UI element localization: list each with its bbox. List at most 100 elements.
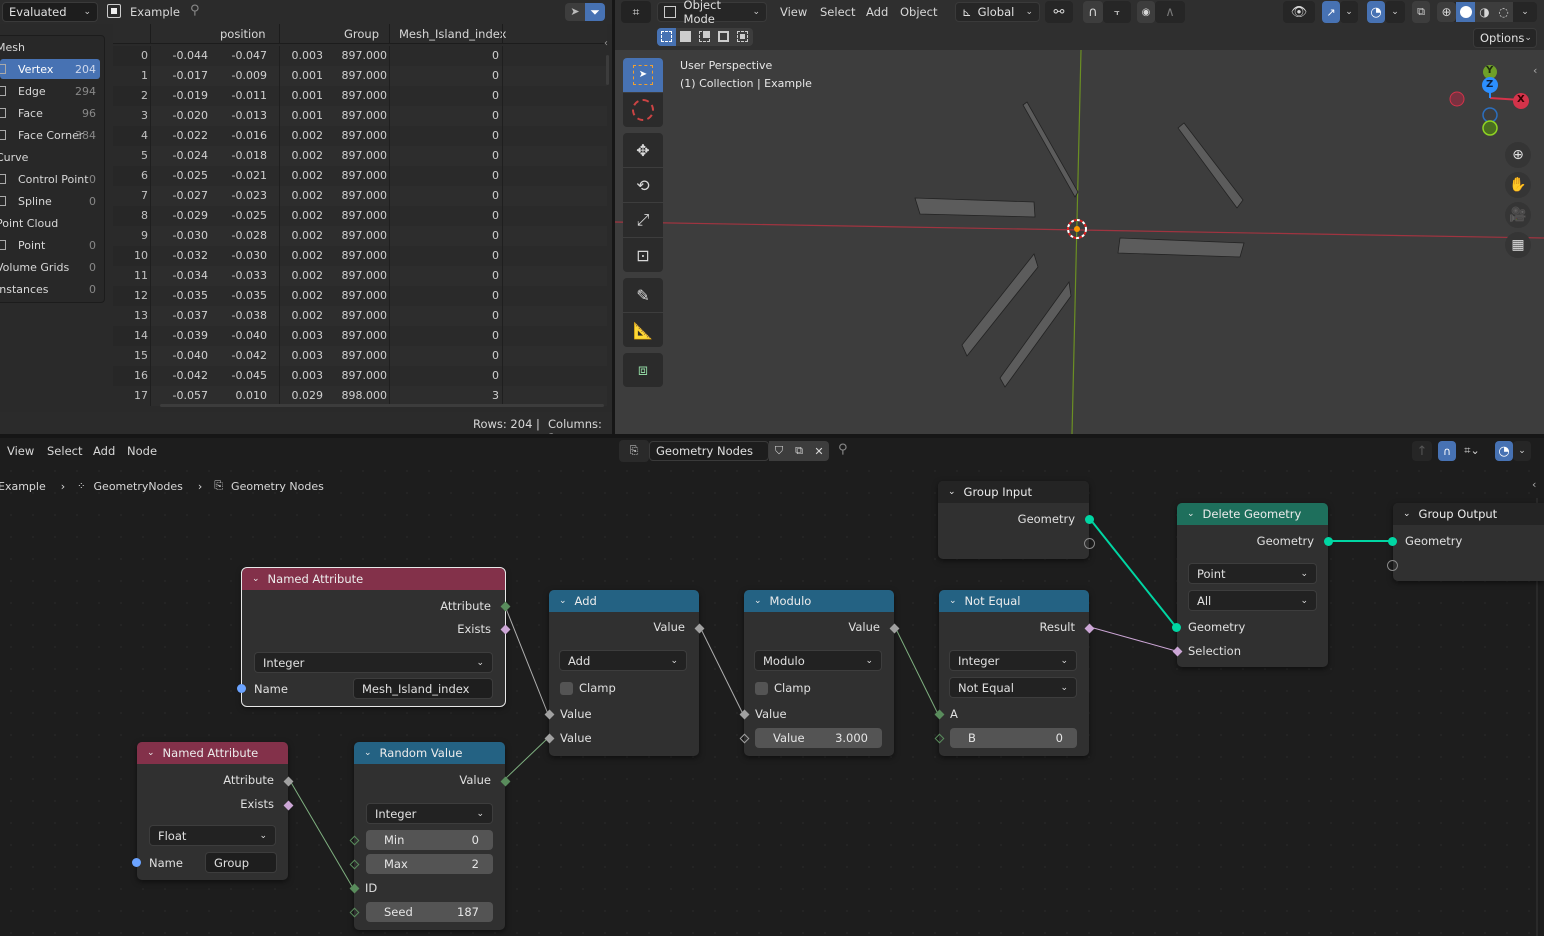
node-delete-geometry[interactable]: ⌄ Delete Geometry Geometry Point ⌄ All ⌄ Ge…	[1172, 503, 1333, 667]
selected-only-toggle[interactable]: ➤	[565, 3, 585, 21]
column-header-group[interactable]: Group	[344, 27, 379, 41]
node-named-attribute-1[interactable]: ⌄ Named Attribute Attribute Exists Intege…	[237, 567, 511, 707]
input-socket-geometry[interactable]	[1388, 537, 1397, 546]
visibility-dropdown[interactable]: 👁	[1283, 1, 1315, 23]
sidebar-toggle-icon[interactable]: ‹	[604, 38, 608, 49]
select-subtract-button[interactable]	[695, 28, 714, 46]
name-input[interactable]: Mesh_Island_index	[353, 678, 493, 699]
node-group-output[interactable]: ⌄ Group Output Geometry	[1387, 503, 1544, 581]
pan-button[interactable]: ✋	[1505, 172, 1531, 198]
xray-toggle[interactable]: ⧉	[1412, 1, 1430, 23]
horizontal-scrollbar[interactable]	[160, 404, 604, 407]
wireframe-shading-button[interactable]: ⊕	[1437, 2, 1456, 22]
editor-type-button[interactable]: ⌗	[621, 1, 651, 23]
data-type-dropdown[interactable]: Integer ⌄	[949, 650, 1077, 671]
seed-field[interactable]: Seed 187	[366, 902, 493, 922]
collapse-icon[interactable]: ⌄	[754, 596, 762, 606]
value-field[interactable]: Value 3.000	[755, 728, 882, 748]
transform-tool[interactable]: ⊡	[623, 238, 663, 272]
gizmo-dropdown[interactable]: ⌄	[1340, 1, 1358, 23]
max-field[interactable]: Max 2	[366, 854, 493, 874]
rotate-tool[interactable]: ⟲	[623, 168, 663, 202]
node-not-equal[interactable]: ⌄ Not Equal Result Integer ⌄ Not Equal ⌄ A …	[934, 590, 1095, 756]
shading-dropdown[interactable]: ⌄	[1515, 2, 1535, 22]
transform-orientation-dropdown[interactable]: ⊾ Global ⌄	[955, 2, 1040, 22]
rendered-shading-button[interactable]: ◌	[1494, 2, 1513, 22]
collapse-icon[interactable]: ⌄	[252, 574, 260, 584]
data-type-dropdown[interactable]: Integer ⌄	[254, 652, 493, 673]
node-random-value[interactable]: ⌄ Random Value Value Integer ⌄ Min 0 Max 2 I…	[349, 742, 511, 930]
proportional-editing-toggle[interactable]: ◉	[1137, 1, 1155, 23]
filter-icon[interactable]: ⏷	[585, 3, 605, 21]
node-modulo[interactable]: ⌄ Modulo Value Modulo ⌄ Clamp Value Value 3…	[739, 590, 900, 756]
data-type-dropdown[interactable]: Float ⌄	[149, 825, 276, 846]
gizmo-toggle[interactable]: ↗	[1322, 1, 1340, 23]
menu-select[interactable]: Select	[820, 5, 855, 19]
area-divider-vertical[interactable]	[612, 0, 615, 434]
move-tool[interactable]: ✥	[623, 133, 663, 167]
select-new-button[interactable]	[657, 28, 676, 46]
collapse-icon[interactable]: ⌄	[1403, 509, 1411, 519]
operation-dropdown[interactable]: Not Equal ⌄	[949, 677, 1077, 698]
checkbox[interactable]	[755, 681, 768, 695]
input-socket-empty[interactable]	[1387, 560, 1398, 571]
select-intersect-button[interactable]	[733, 28, 752, 46]
menu-view[interactable]: View	[780, 5, 807, 19]
scale-tool[interactable]: ⤢	[623, 203, 663, 237]
options-dropdown[interactable]: Options ⌄	[1473, 28, 1537, 48]
domain-dropdown[interactable]: Point ⌄	[1188, 563, 1317, 584]
select-extend-button[interactable]	[676, 28, 695, 46]
snap-target-dropdown[interactable]: ⫟	[1103, 1, 1131, 23]
area-divider-horizontal[interactable]	[0, 434, 1544, 438]
operation-dropdown[interactable]: Add ⌄	[559, 650, 687, 671]
mode-dropdown[interactable]: All ⌄	[1188, 590, 1317, 611]
collapse-icon[interactable]: ⌄	[147, 748, 155, 758]
input-socket-name[interactable]	[132, 858, 141, 867]
measure-tool[interactable]: 📐	[623, 313, 663, 347]
camera-button[interactable]: 🎥	[1505, 202, 1531, 228]
collapse-icon[interactable]: ⌄	[949, 596, 957, 606]
overlays-toggle[interactable]: ◔	[1367, 1, 1385, 23]
zoom-button[interactable]: ⊕	[1505, 142, 1531, 168]
perspective-toggle-button[interactable]: ▦	[1505, 232, 1531, 258]
vertical-scrollbar[interactable]	[606, 55, 609, 85]
node-named-attribute-2[interactable]: ⌄ Named Attribute Attribute Exists Float ⌄…	[132, 742, 294, 880]
collapse-icon[interactable]: ⌄	[948, 487, 956, 497]
clamp-checkbox[interactable]: Clamp	[744, 678, 894, 698]
pivot-point-button[interactable]: ⚯	[1045, 1, 1073, 23]
falloff-dropdown[interactable]: ∧	[1155, 1, 1185, 23]
input-socket-geometry[interactable]	[1172, 623, 1181, 632]
collapse-icon[interactable]: ⌄	[559, 596, 567, 606]
object-mode-dropdown[interactable]: Object Mode ⌄	[657, 0, 767, 26]
3d-viewport[interactable]: ⌗ Object Mode ⌄ View Select Add Object ⊾ …	[615, 0, 1544, 434]
output-socket-geometry[interactable]	[1085, 515, 1094, 524]
sidebar-toggle-icon[interactable]: ‹	[1533, 64, 1537, 77]
overlays-dropdown[interactable]: ⌄	[1385, 1, 1405, 23]
min-field[interactable]: Min 0	[366, 830, 493, 850]
collapse-icon[interactable]: ⌄	[1187, 509, 1195, 519]
material-shading-button[interactable]: ◑	[1475, 2, 1494, 22]
menu-object[interactable]: Object	[900, 5, 937, 19]
annotate-tool[interactable]: ✎	[623, 278, 663, 312]
snap-toggle[interactable]: ∩	[1083, 1, 1103, 23]
data-type-dropdown[interactable]: Integer ⌄	[366, 803, 493, 824]
cursor-tool[interactable]	[623, 93, 663, 127]
select-invert-button[interactable]	[714, 28, 733, 46]
column-header-mesh-island-index[interactable]: Mesh_Island_index	[399, 27, 506, 41]
checkbox[interactable]	[560, 681, 573, 695]
name-input[interactable]: Group	[205, 852, 277, 873]
node-add[interactable]: ⌄ Add Value Add ⌄ Clamp Value Value	[544, 590, 705, 756]
evaluation-mode-dropdown[interactable]: Evaluated ⌄	[2, 2, 98, 22]
input-socket-name[interactable]	[237, 684, 246, 693]
node-group-input[interactable]: ⌄ Group Input Geometry	[938, 481, 1095, 559]
output-socket-empty[interactable]	[1084, 538, 1095, 549]
operation-dropdown[interactable]: Modulo ⌄	[754, 650, 882, 671]
pin-icon[interactable]: ⚲	[190, 3, 200, 18]
add-cube-tool[interactable]: ⧈	[623, 353, 663, 387]
solid-shading-button[interactable]	[1456, 2, 1475, 22]
collapse-icon[interactable]: ⌄	[364, 748, 372, 758]
output-socket-geometry[interactable]	[1324, 537, 1333, 546]
b-field[interactable]: B0	[950, 728, 1077, 748]
node-editor[interactable]: View Select Add Node ⎘ Geometry Nodes ⛉ …	[0, 438, 1544, 936]
select-box-tool[interactable]: ➤	[623, 58, 663, 92]
